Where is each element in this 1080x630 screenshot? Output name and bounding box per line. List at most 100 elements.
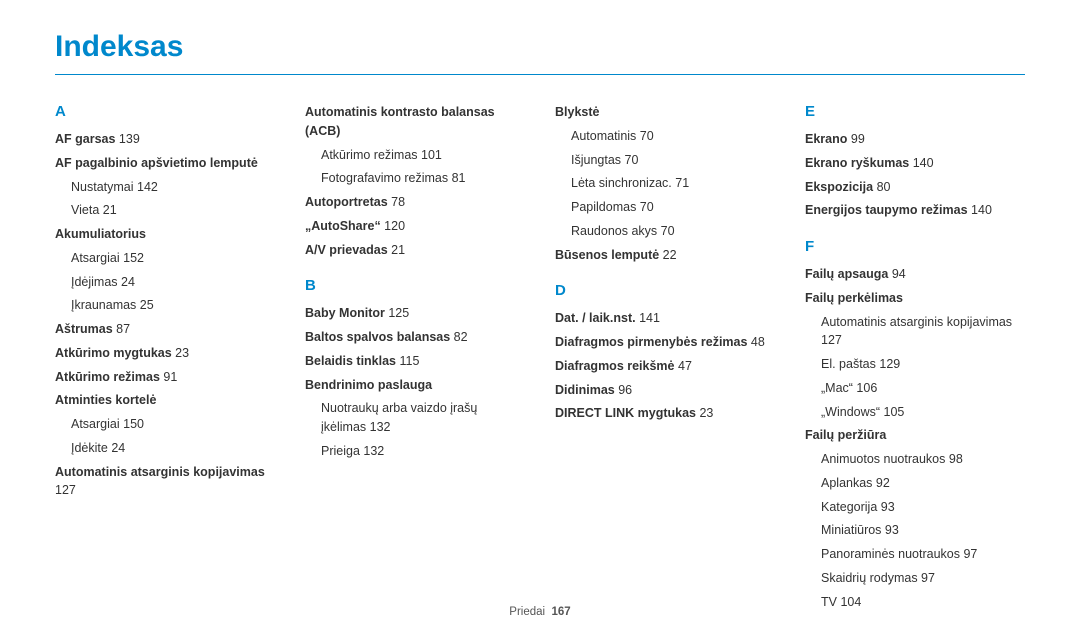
index-subentry: Įdėkite 24: [71, 439, 275, 458]
index-subentry: „Windows“ 105: [821, 403, 1025, 422]
entry-label: Didinimas: [555, 383, 615, 397]
entry-page: 125: [385, 306, 409, 320]
entry-label: Papildomas: [571, 200, 636, 214]
section-letter: B: [305, 277, 525, 294]
entry-page: 142: [134, 180, 158, 194]
section-letter: F: [805, 238, 1025, 255]
entry-page: 92: [872, 476, 889, 490]
page-footer: Priedai 167: [0, 606, 1080, 618]
index-subentry: Nuotraukų arba vaizdo įrašų įkėlimas 132: [321, 399, 525, 437]
index-entry: Failų peržiūra: [805, 426, 1025, 445]
entry-page: 70: [636, 200, 653, 214]
index-subentry: Lėta sinchronizac. 71: [571, 174, 775, 193]
entry-page: 87: [113, 322, 130, 336]
entry-label: Akumuliatorius: [55, 227, 146, 241]
index-entry: Bendrinimo paslauga: [305, 376, 525, 395]
index-entry: Ekrano 99: [805, 130, 1025, 149]
entry-page: 24: [118, 275, 135, 289]
entry-page: 97: [960, 547, 977, 561]
index-subentry: El. paštas 129: [821, 355, 1025, 374]
entry-label: Kategorija: [821, 500, 877, 514]
entry-label: Nuotraukų arba vaizdo įrašų įkėlimas: [321, 401, 477, 434]
entry-label: Miniatiūros: [821, 523, 881, 537]
entry-page: 99: [847, 132, 864, 146]
index-subentry: Automatinis 70: [571, 127, 775, 146]
index-entry: Baltos spalvos balansas 82: [305, 328, 525, 347]
entry-page: 70: [636, 129, 653, 143]
entry-label: Bendrinimo paslauga: [305, 378, 432, 392]
index-entry: „AutoShare“ 120: [305, 217, 525, 236]
entry-label: „Windows“: [821, 405, 880, 419]
index-entry: AF garsas 139: [55, 130, 275, 149]
index-subentry: Išjungtas 70: [571, 151, 775, 170]
entry-page: 140: [909, 156, 933, 170]
entry-page: 94: [888, 267, 905, 281]
entry-label: Animuotos nuotraukos: [821, 452, 945, 466]
entry-label: Baby Monitor: [305, 306, 385, 320]
index-entry: Automatinis kontrasto balansas (ACB): [305, 103, 525, 141]
entry-page: 24: [108, 441, 125, 455]
entry-label: Prieiga: [321, 444, 360, 458]
entry-label: Atkūrimo režimas: [55, 370, 160, 384]
entry-page: 127: [821, 333, 842, 347]
entry-label: Atkūrimo mygtukas: [55, 346, 172, 360]
entry-label: Įkraunamas: [71, 298, 136, 312]
entry-label: Automatinis: [571, 129, 636, 143]
column-1: A AF garsas 139 AF pagalbinio apšvietimo l…: [55, 103, 275, 616]
index-subentry: Nustatymai 142: [71, 178, 275, 197]
entry-page: 140: [968, 203, 992, 217]
entry-label: Failų apsauga: [805, 267, 888, 281]
entry-page: 21: [388, 243, 405, 257]
index-subentry: Papildomas 70: [571, 198, 775, 217]
index-subentry: Animuotos nuotraukos 98: [821, 450, 1025, 469]
entry-label: Autoportretas: [305, 195, 388, 209]
index-entry: Baby Monitor 125: [305, 304, 525, 323]
entry-page: 129: [876, 357, 900, 371]
index-entry: DIRECT LINK mygtukas 23: [555, 404, 775, 423]
index-entry: Diafragmos pirmenybės režimas 48: [555, 333, 775, 352]
column-2: Automatinis kontrasto balansas (ACB) Atkū…: [305, 103, 525, 616]
footer-label: Priedai: [509, 606, 545, 618]
entry-label: Ekspozicija: [805, 180, 873, 194]
index-entry: Ekrano ryškumas 140: [805, 154, 1025, 173]
entry-label: Atsargiai: [71, 251, 120, 265]
entry-label: Failų peržiūra: [805, 428, 886, 442]
index-columns: A AF garsas 139 AF pagalbinio apšvietimo l…: [55, 103, 1025, 616]
index-subentry: Aplankas 92: [821, 474, 1025, 493]
entry-label: Atminties kortelė: [55, 393, 156, 407]
entry-label: Energijos taupymo režimas: [805, 203, 968, 217]
index-entry: Automatinis atsarginis kopijavimas 127: [55, 463, 275, 501]
index-entry: Atkūrimo režimas 91: [55, 368, 275, 387]
entry-label: Blykstė: [555, 105, 599, 119]
index-subentry: Panoraminės nuotraukos 97: [821, 545, 1025, 564]
index-entry: Belaidis tinklas 115: [305, 352, 525, 371]
index-entry: Būsenos lemputė 22: [555, 246, 775, 265]
entry-label: Automatinis atsarginis kopijavimas: [821, 315, 1012, 329]
entry-label: Automatinis kontrasto balansas (ACB): [305, 105, 495, 138]
page-title: Indeksas: [55, 30, 1025, 75]
entry-label: Failų perkėlimas: [805, 291, 903, 305]
index-entry: Failų apsauga 94: [805, 265, 1025, 284]
entry-page: 93: [881, 523, 898, 537]
entry-label: Skaidrių rodymas: [821, 571, 918, 585]
index-subentry: Kategorija 93: [821, 498, 1025, 517]
entry-page: 71: [672, 176, 689, 190]
footer-page: 167: [552, 606, 571, 618]
entry-page: 23: [696, 406, 713, 420]
entry-label: Atkūrimo režimas: [321, 148, 418, 162]
index-entry: Ekspozicija 80: [805, 178, 1025, 197]
entry-label: Dat. / laik.nst.: [555, 311, 636, 325]
section-letter: A: [55, 103, 275, 120]
entry-page: 120: [381, 219, 405, 233]
entry-label: Raudonos akys: [571, 224, 657, 238]
entry-page: 82: [450, 330, 467, 344]
index-subentry: Automatinis atsarginis kopijavimas 127: [821, 313, 1025, 351]
index-entry: Aštrumas 87: [55, 320, 275, 339]
entry-label: Panoraminės nuotraukos: [821, 547, 960, 561]
index-entry: Akumuliatorius: [55, 225, 275, 244]
entry-label: Belaidis tinklas: [305, 354, 396, 368]
entry-label: A/V prievadas: [305, 243, 388, 257]
entry-page: 97: [918, 571, 935, 585]
entry-label: AF pagalbinio apšvietimo lemputė: [55, 156, 258, 170]
entry-page: 132: [366, 420, 390, 434]
